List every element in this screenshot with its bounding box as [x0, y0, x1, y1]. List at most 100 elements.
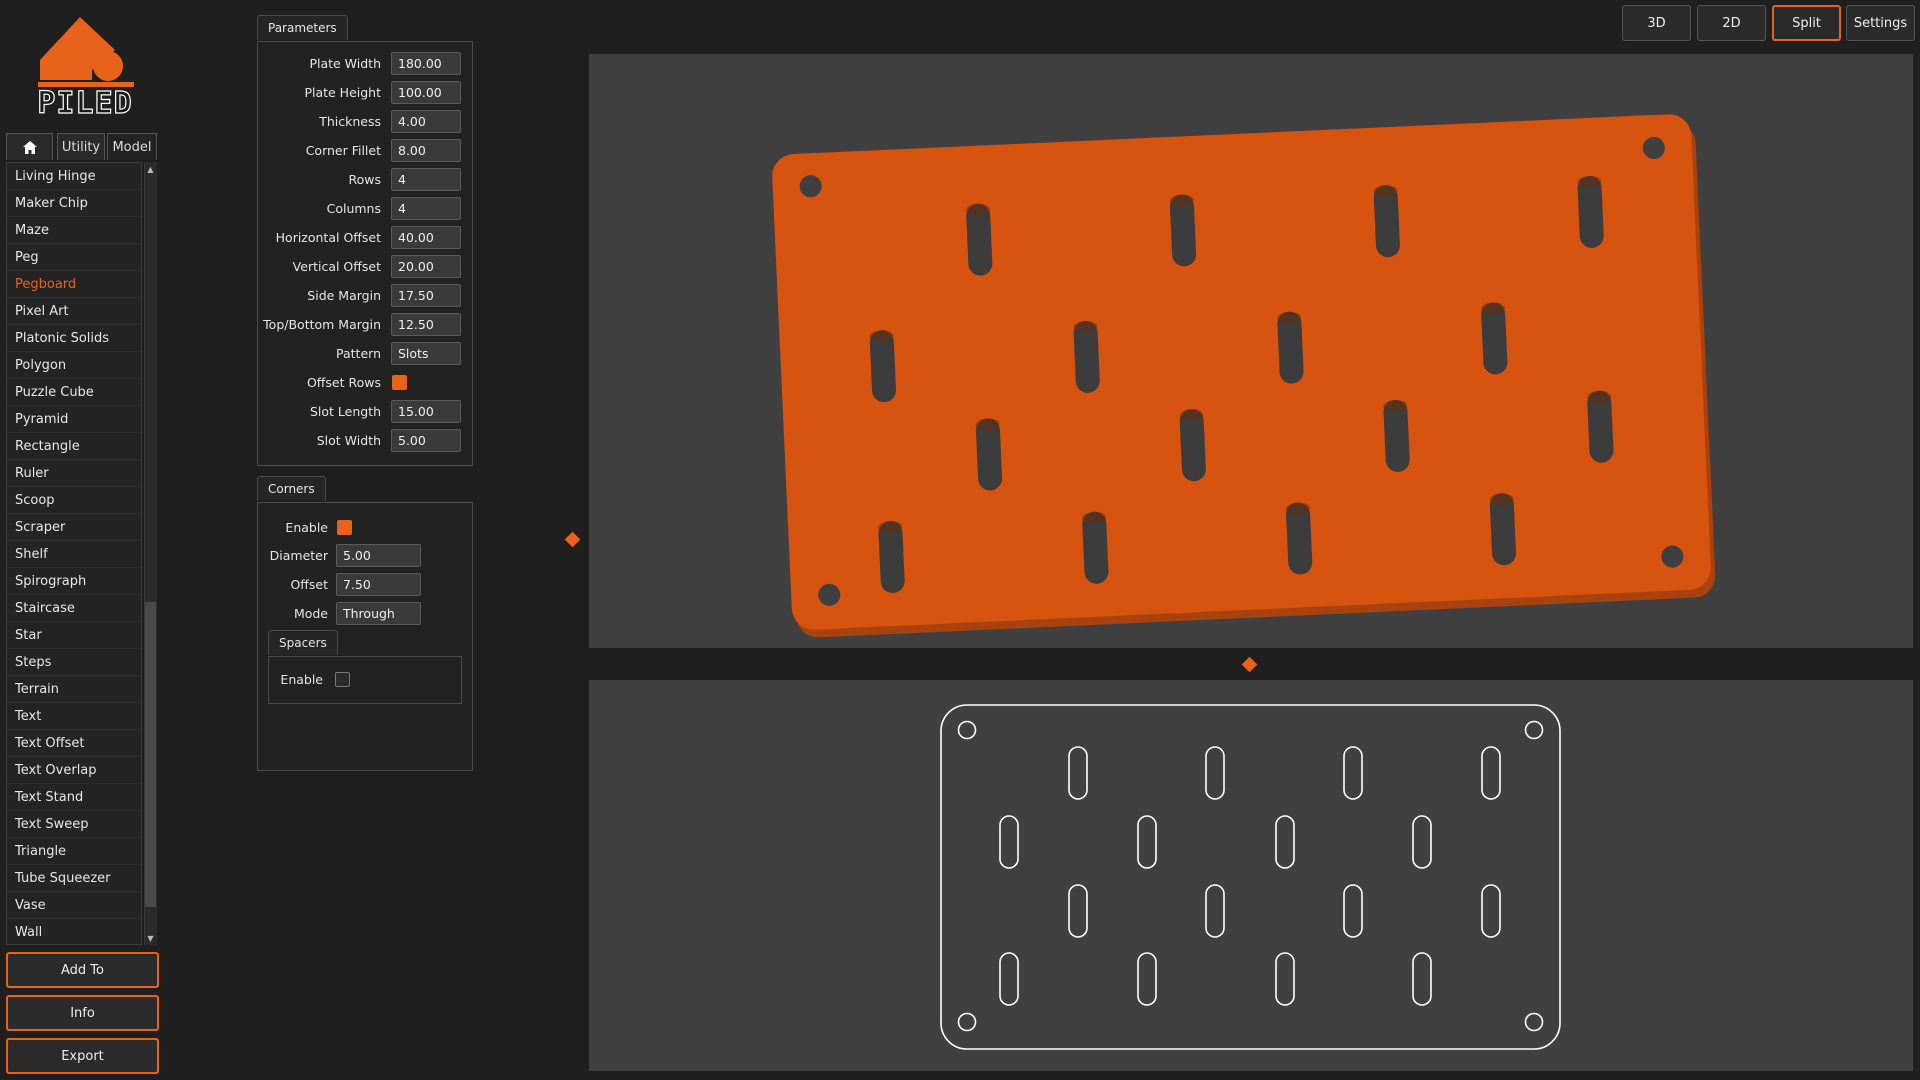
param-checkbox[interactable]: [392, 375, 407, 390]
list-item[interactable]: Living Hinge: [7, 163, 141, 190]
param-field[interactable]: 15.00: [391, 400, 461, 423]
list-item[interactable]: Tube Squeezer: [7, 865, 141, 892]
list-item[interactable]: Scraper: [7, 514, 141, 541]
param-field[interactable]: 4: [391, 168, 461, 191]
list-item[interactable]: Staircase: [7, 595, 141, 622]
corner-hole-outline: [957, 1012, 977, 1032]
list-item[interactable]: Text: [7, 703, 141, 730]
settings-button[interactable]: Settings: [1846, 5, 1915, 41]
scroll-up-arrow-icon[interactable]: ▲: [144, 162, 157, 176]
slot-outline: [1275, 952, 1295, 1006]
param-field[interactable]: 12.50: [391, 313, 461, 336]
parameters-tab[interactable]: Parameters: [257, 15, 348, 40]
list-item[interactable]: Spirograph: [7, 568, 141, 595]
corner-hole-outline: [1524, 1012, 1544, 1032]
param-field[interactable]: 4: [391, 197, 461, 220]
diameter-label: Diameter: [269, 548, 328, 563]
param-field[interactable]: 100.00: [391, 81, 461, 104]
parameters-panel: Plate Width 180.00 Plate Height 100.00 Thick…: [257, 41, 473, 466]
list-item[interactable]: Text Sweep: [7, 811, 141, 838]
diameter-field[interactable]: 5.00: [336, 544, 421, 567]
list-item[interactable]: Shelf: [7, 541, 141, 568]
view-split-button[interactable]: Split: [1772, 5, 1841, 41]
tab-model[interactable]: Model: [107, 133, 157, 160]
list-item[interactable]: Vase: [7, 892, 141, 919]
list-item[interactable]: Maker Chip: [7, 190, 141, 217]
view-3d-button[interactable]: 3D: [1622, 5, 1691, 41]
param-label: Rows: [348, 172, 381, 187]
plate-3d-render: [772, 114, 1716, 638]
slot-outline: [1412, 815, 1432, 869]
scrollbar-thumb[interactable]: [145, 602, 156, 907]
list-item[interactable]: Pixel Art: [7, 298, 141, 325]
mode-select[interactable]: Through: [336, 602, 421, 625]
slot-outline: [1137, 952, 1157, 1006]
tab-home[interactable]: [6, 133, 53, 160]
list-item[interactable]: Terrain: [7, 676, 141, 703]
param-field[interactable]: Slots: [391, 342, 461, 365]
param-field[interactable]: 40.00: [391, 226, 461, 249]
param-field[interactable]: 8.00: [391, 139, 461, 162]
param-label: Top/Bottom Margin: [263, 317, 381, 332]
export-button[interactable]: Export: [6, 1038, 159, 1074]
offset-label: Offset: [290, 577, 328, 592]
slot-outline: [1205, 746, 1225, 800]
param-field[interactable]: 180.00: [391, 52, 461, 75]
param-label: Corner Fillet: [305, 143, 381, 158]
list-item[interactable]: Pegboard: [7, 271, 141, 298]
list-item[interactable]: Text Stand: [7, 784, 141, 811]
list-item[interactable]: Puzzle Cube: [7, 379, 141, 406]
list-item[interactable]: Pyramid: [7, 406, 141, 433]
slot-outline: [1068, 746, 1088, 800]
param-label: Vertical Offset: [292, 259, 381, 274]
corner-hole-outline: [957, 720, 977, 740]
param-field[interactable]: 5.00: [391, 429, 461, 452]
spacers-tab[interactable]: Spacers: [268, 630, 338, 655]
tab-utility[interactable]: Utility: [57, 133, 105, 160]
add-to-button[interactable]: Add To: [6, 952, 159, 988]
info-button[interactable]: Info: [6, 995, 159, 1031]
corners-enable-checkbox[interactable]: [337, 520, 352, 535]
list-item[interactable]: Wall: [7, 919, 141, 944]
view-2d-button[interactable]: 2D: [1697, 5, 1766, 41]
viewport-2d[interactable]: [589, 680, 1913, 1071]
plate-2d-outline: [940, 704, 1561, 1050]
offset-field[interactable]: 7.50: [336, 573, 421, 596]
slot-outline: [1275, 815, 1295, 869]
param-label: Thickness: [319, 114, 381, 129]
split-handle-horizontal-icon[interactable]: [1241, 656, 1258, 673]
list-item[interactable]: Peg: [7, 244, 141, 271]
corners-tab[interactable]: Corners: [257, 476, 326, 501]
list-item[interactable]: Maze: [7, 217, 141, 244]
slot-outline: [1205, 884, 1225, 938]
plate-outline: [940, 704, 1561, 1050]
list-item[interactable]: Platonic Solids: [7, 325, 141, 352]
corners-enable-label: Enable: [285, 520, 328, 535]
plate-top: [772, 114, 1711, 630]
scroll-down-arrow-icon[interactable]: ▼: [144, 931, 157, 945]
slot-outline: [1481, 746, 1501, 800]
param-label: Plate Width: [309, 56, 381, 71]
logo-text: PILED: [37, 85, 133, 121]
spacers-enable-checkbox[interactable]: [335, 672, 350, 687]
param-field[interactable]: 4.00: [391, 110, 461, 133]
param-field[interactable]: 20.00: [391, 255, 461, 278]
list-item[interactable]: Text Overlap: [7, 757, 141, 784]
list-item[interactable]: Ruler: [7, 460, 141, 487]
split-handle-vertical-icon[interactable]: [564, 531, 581, 548]
plate-3d-group: [772, 114, 1716, 638]
param-field[interactable]: 17.50: [391, 284, 461, 307]
list-item[interactable]: Star: [7, 622, 141, 649]
list-item[interactable]: Text Offset: [7, 730, 141, 757]
corners-panel: Enable Diameter 5.00 Offset 7.50 Mode Th…: [257, 502, 473, 771]
list-item[interactable]: Scoop: [7, 487, 141, 514]
corner-hole-outline: [1524, 720, 1544, 740]
list-item[interactable]: Steps: [7, 649, 141, 676]
list-item[interactable]: Triangle: [7, 838, 141, 865]
viewport-3d[interactable]: [589, 54, 1913, 648]
list-item[interactable]: Rectangle: [7, 433, 141, 460]
param-label: Side Margin: [307, 288, 381, 303]
mode-label: Mode: [293, 606, 328, 621]
slot-outline: [999, 952, 1019, 1006]
list-item[interactable]: Polygon: [7, 352, 141, 379]
